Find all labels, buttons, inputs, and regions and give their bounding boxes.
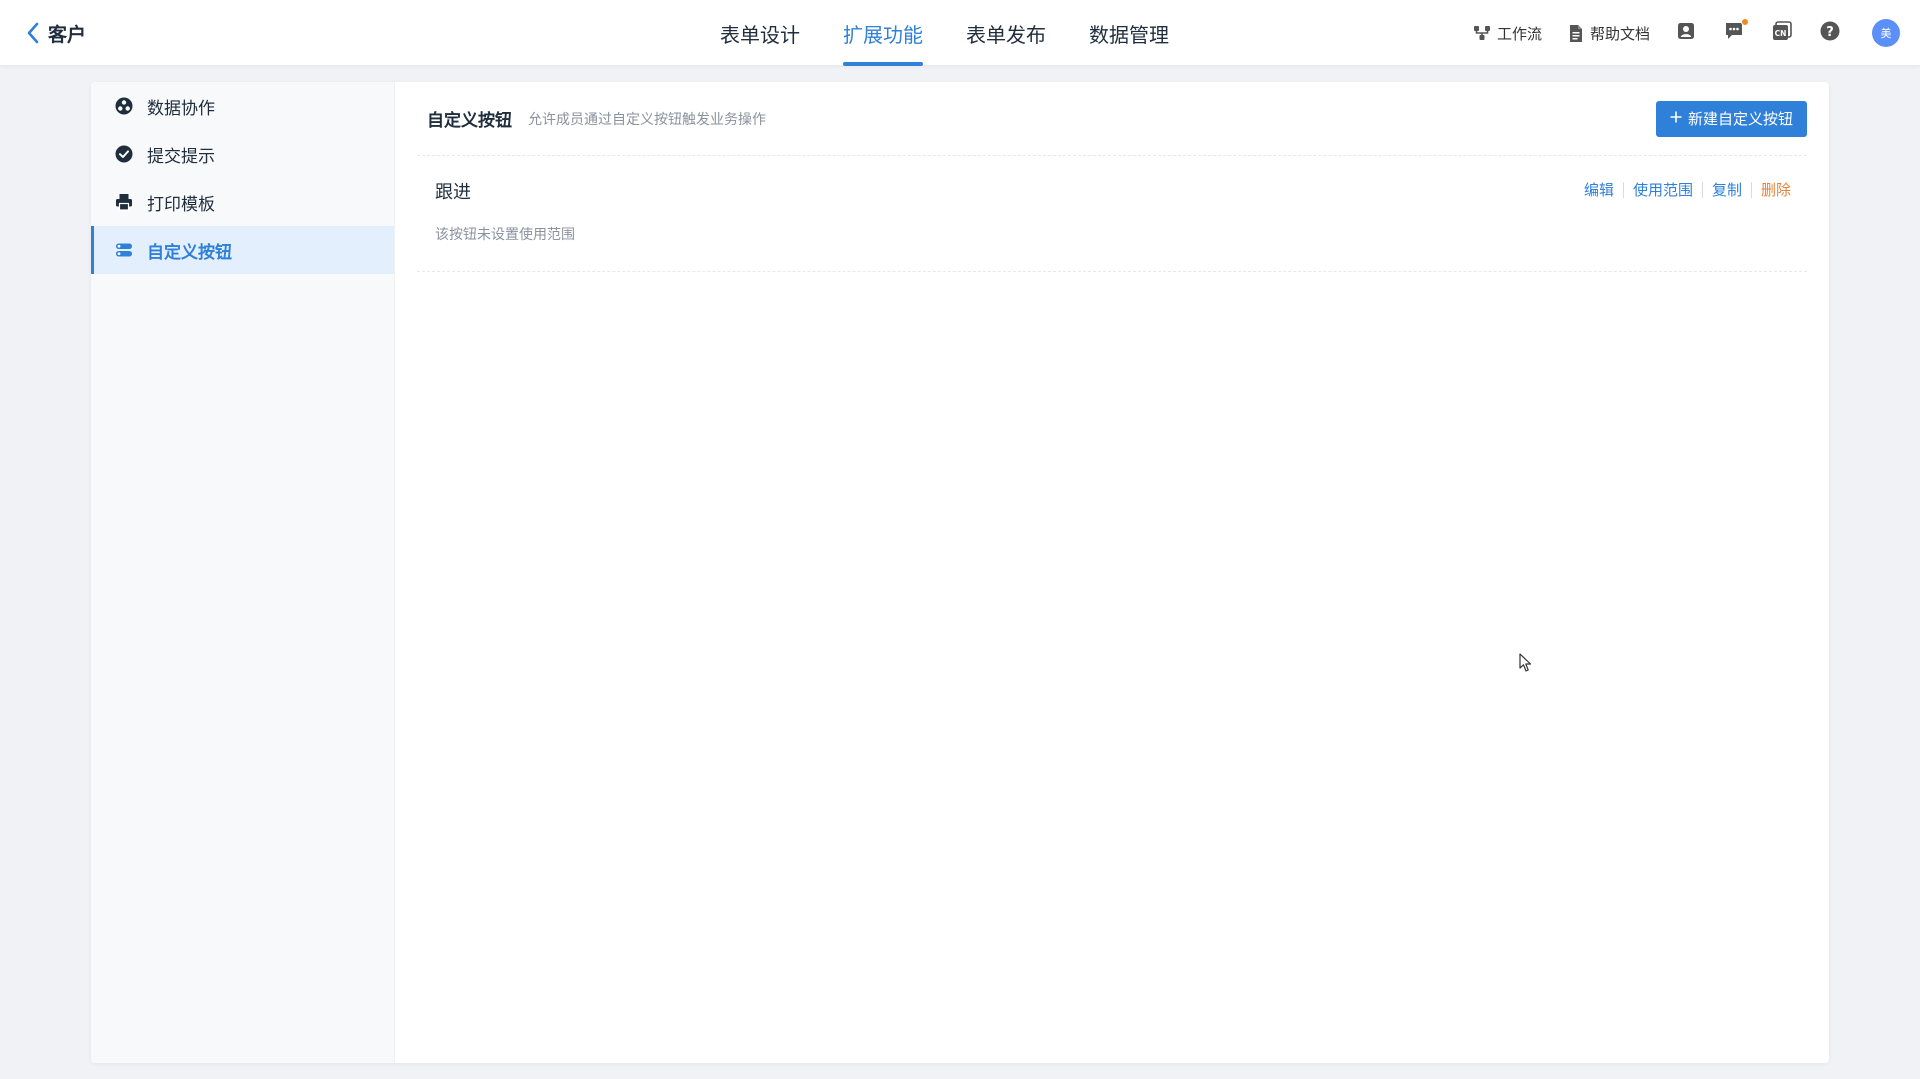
plus-icon: [1670, 110, 1682, 127]
content-panel: 自定义按钮 允许成员通过自定义按钮触发业务操作 新建自定义按钮 跟进 该按钮未设…: [395, 82, 1829, 1063]
data-collab-icon: [115, 97, 133, 115]
workflow-label: 工作流: [1496, 25, 1542, 43]
svg-text:CN: CN: [1775, 29, 1787, 38]
tab-form-design[interactable]: 表单设计: [720, 0, 800, 66]
help-button[interactable]: ?: [1818, 21, 1842, 45]
workflow-icon: [1473, 24, 1491, 42]
language-cn-icon: CN: [1772, 20, 1792, 46]
top-header: 客户 表单设计 扩展功能 表单发布 数据管理 工作流 帮助文档 CN ? 美: [0, 0, 1920, 66]
sidebar-item-label: 打印模板: [147, 194, 215, 214]
main-tabs: 表单设计 扩展功能 表单发布 数据管理: [720, 0, 1212, 66]
printer-icon: [115, 193, 133, 211]
usage-scope-link[interactable]: 使用范围: [1624, 179, 1702, 200]
mouse-cursor-icon: [1519, 653, 1533, 678]
sidebar-item-label: 数据协作: [147, 98, 215, 118]
messages-button[interactable]: [1722, 18, 1749, 45]
main-card: 数据协作 提交提示 打印模板 自定义按钮 自定义按钮 允许成员通过自定义按钮触发…: [91, 82, 1829, 1063]
edit-link[interactable]: 编辑: [1575, 179, 1623, 200]
document-icon: [1568, 24, 1584, 43]
tab-extensions[interactable]: 扩展功能: [843, 0, 923, 66]
sidebar-item-label: 提交提示: [147, 146, 215, 166]
workflow-button[interactable]: 工作流: [1473, 23, 1542, 44]
page-title: 自定义按钮: [427, 111, 512, 130]
custom-button-scope-text: 该按钮未设置使用范围: [435, 226, 575, 242]
contacts-button[interactable]: [1674, 21, 1698, 45]
page-description: 允许成员通过自定义按钮触发业务操作: [528, 110, 766, 127]
app-title: 客户: [48, 24, 87, 46]
sidebar-item-custom-buttons[interactable]: 自定义按钮: [91, 226, 394, 274]
help-docs-button[interactable]: 帮助文档: [1568, 23, 1650, 44]
contact-card-icon: [1677, 22, 1695, 45]
new-button-label: 新建自定义按钮: [1687, 111, 1793, 128]
help-docs-label: 帮助文档: [1589, 25, 1650, 43]
chat-bubble-icon: [1724, 22, 1744, 45]
sidebar-item-print-templates[interactable]: 打印模板: [91, 178, 394, 226]
question-circle-icon: ?: [1820, 21, 1840, 46]
delete-link[interactable]: 删除: [1752, 179, 1791, 200]
sidebar-item-label: 自定义按钮: [147, 242, 232, 262]
new-custom-button-button[interactable]: 新建自定义按钮: [1655, 100, 1807, 137]
copy-link[interactable]: 复制: [1703, 179, 1751, 200]
sidebar-item-submit-tips[interactable]: 提交提示: [91, 130, 394, 178]
chevron-left-icon: [26, 22, 40, 44]
header-tools: 工作流 帮助文档 CN ? 美: [1447, 0, 1900, 66]
tab-form-publish[interactable]: 表单发布: [966, 0, 1046, 66]
tab-data-management[interactable]: 数据管理: [1089, 0, 1169, 66]
sidebar-item-data-collab[interactable]: 数据协作: [91, 82, 394, 130]
notification-dot: [1741, 18, 1749, 26]
check-circle-icon: [115, 145, 133, 163]
custom-button-icon: [115, 241, 133, 259]
content-header: 自定义按钮 允许成员通过自定义按钮触发业务操作 新建自定义按钮: [417, 82, 1807, 156]
item-actions: 编辑 使用范围 复制 删除: [1575, 179, 1791, 200]
sidebar: 数据协作 提交提示 打印模板 自定义按钮: [91, 82, 395, 1063]
avatar[interactable]: 美: [1872, 19, 1900, 47]
language-button[interactable]: CN: [1770, 20, 1794, 46]
svg-text:?: ?: [1826, 25, 1834, 40]
list-item: 跟进 该按钮未设置使用范围 编辑 使用范围 复制 删除: [417, 156, 1807, 272]
back-button[interactable]: 客户: [26, 19, 86, 47]
